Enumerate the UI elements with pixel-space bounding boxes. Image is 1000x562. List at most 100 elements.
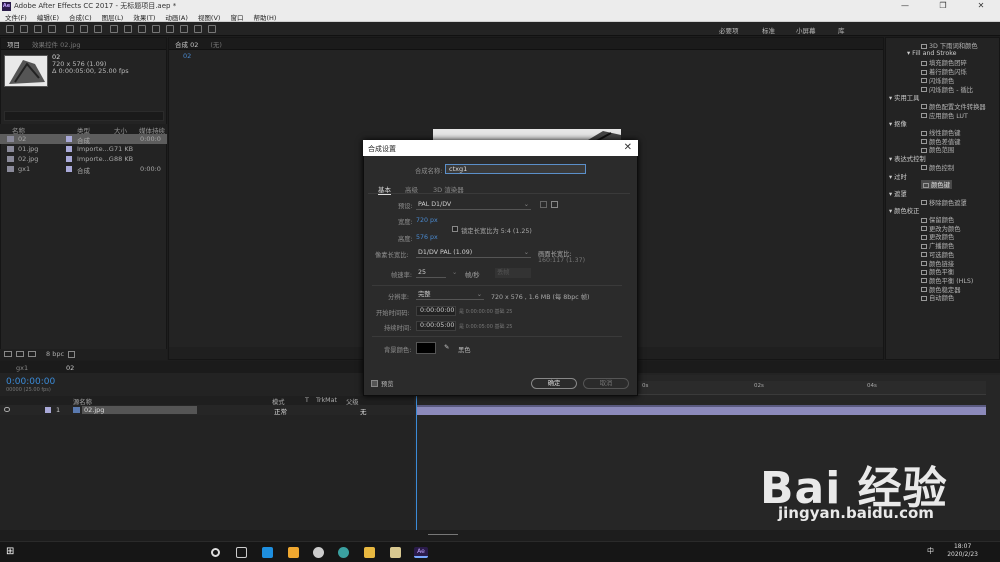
pan-behind-tool-icon[interactable] bbox=[94, 25, 102, 33]
workspace-small-screen[interactable]: 小屏幕 bbox=[796, 25, 816, 35]
start-icon[interactable]: ⊞ bbox=[6, 546, 17, 557]
app-globe-icon[interactable] bbox=[338, 547, 349, 558]
save-preset-icon[interactable] bbox=[540, 201, 547, 208]
effects-item[interactable]: 可选颜色 bbox=[921, 250, 954, 259]
label-color-swatch[interactable] bbox=[66, 136, 72, 142]
effects-item[interactable]: 颜色平衡 bbox=[921, 267, 954, 276]
zoom-slider[interactable] bbox=[428, 532, 458, 535]
clone-tool-icon[interactable] bbox=[166, 25, 174, 33]
menu-file[interactable]: 文件(F) bbox=[0, 12, 32, 22]
delete-preset-icon[interactable] bbox=[551, 201, 558, 208]
dialog-close-icon[interactable]: ✕ bbox=[624, 142, 632, 153]
col-t[interactable]: T bbox=[305, 397, 309, 404]
text-tool-icon[interactable] bbox=[138, 25, 146, 33]
menu-window[interactable]: 窗口 bbox=[225, 12, 248, 22]
app-bird-icon[interactable] bbox=[313, 547, 324, 558]
menu-composition[interactable]: 合成(C) bbox=[64, 12, 97, 22]
effects-item[interactable]: 3D 下雨词和颜色 bbox=[921, 41, 978, 50]
trash-icon[interactable] bbox=[68, 351, 75, 358]
layer-mode-dropdown[interactable]: 正常 bbox=[274, 406, 287, 416]
effects-item[interactable]: 闪烁颜色 - 循比 bbox=[921, 85, 973, 94]
hand-tool-icon[interactable] bbox=[34, 25, 42, 33]
layer-parent-dropdown[interactable]: 无 bbox=[360, 406, 367, 416]
menu-view[interactable]: 视图(V) bbox=[193, 12, 226, 22]
fps-input[interactable]: 25 bbox=[416, 268, 446, 278]
playhead[interactable] bbox=[416, 381, 417, 531]
effects-item[interactable]: 颜色范围 bbox=[921, 145, 954, 154]
width-value[interactable]: 720 px bbox=[416, 217, 438, 224]
effects-item[interactable]: 广播颜色 bbox=[921, 241, 954, 250]
preview-checkbox[interactable] bbox=[371, 380, 378, 387]
ime-indicator[interactable]: 中 bbox=[927, 546, 934, 556]
ok-button[interactable]: 确定 bbox=[531, 378, 577, 389]
workspace-library[interactable]: 库 bbox=[838, 25, 845, 35]
effects-item[interactable]: 闪烁颜色 bbox=[921, 76, 954, 85]
comp-name-input[interactable]: ctxg1 bbox=[445, 164, 586, 174]
project-row[interactable]: 01.jpg Importe...G 71 KB bbox=[0, 144, 167, 154]
cancel-button[interactable]: 取消 bbox=[583, 378, 629, 389]
eraser-tool-icon[interactable] bbox=[180, 25, 188, 33]
effects-item[interactable]: 填充颜色团碎 bbox=[921, 58, 967, 67]
visibility-eye-icon[interactable] bbox=[4, 407, 10, 412]
effects-category[interactable]: ▾ 表达式控制 bbox=[889, 154, 926, 163]
effects-category[interactable]: ▾ 颜色校正 bbox=[889, 206, 919, 215]
app-notes-icon[interactable] bbox=[390, 547, 401, 558]
interpret-footage-icon[interactable] bbox=[4, 351, 12, 357]
close-window-button[interactable]: ✕ bbox=[962, 0, 1000, 12]
project-search-input[interactable] bbox=[4, 111, 164, 121]
layer-duration-bar[interactable] bbox=[416, 405, 986, 415]
tab-timeline-02[interactable]: 02 bbox=[66, 364, 74, 372]
effects-category[interactable]: ▾ 过时 bbox=[889, 172, 907, 181]
roto-tool-icon[interactable] bbox=[194, 25, 202, 33]
new-folder-icon[interactable] bbox=[16, 351, 24, 357]
eyedropper-icon[interactable]: ✎ bbox=[444, 344, 449, 351]
menu-help[interactable]: 帮助(H) bbox=[248, 12, 281, 22]
effects-item[interactable]: 移除颜色遮罩 bbox=[921, 198, 967, 207]
maximize-button[interactable]: ❐ bbox=[924, 0, 962, 12]
project-row[interactable]: gx1 合成 0:00:0 bbox=[0, 164, 167, 175]
layer-name[interactable]: 02.jpg bbox=[82, 406, 197, 414]
new-comp-icon[interactable] bbox=[28, 351, 36, 357]
effects-item[interactable]: 颜色稳定器 bbox=[921, 285, 960, 294]
project-row[interactable]: 02.jpg Importe...G 88 KB bbox=[0, 154, 167, 164]
height-value[interactable]: 576 px bbox=[416, 234, 438, 241]
tab-project[interactable]: 项目 bbox=[7, 39, 20, 49]
timeline-layer-row[interactable]: 1 02.jpg 正常 无 bbox=[0, 405, 414, 416]
label-color-swatch[interactable] bbox=[66, 156, 72, 162]
effects-category[interactable]: ▾ Fill and Stroke bbox=[907, 50, 957, 57]
system-clock[interactable]: 18:07 2020/2/23 bbox=[947, 543, 978, 559]
effects-item[interactable]: 着行颜色闪烁 bbox=[921, 67, 967, 76]
zoom-tool-icon[interactable] bbox=[48, 25, 56, 33]
after-effects-taskbar-icon[interactable]: Ae bbox=[414, 547, 428, 558]
comp-breadcrumb[interactable]: 02 bbox=[169, 50, 883, 62]
effects-item[interactable]: 颜色差值键 bbox=[921, 137, 960, 146]
drop-frame-dropdown[interactable]: 丢帧 bbox=[495, 268, 531, 278]
current-timecode[interactable]: 0:00:00:00 bbox=[6, 377, 55, 387]
effects-category[interactable]: ▾ 实用工具 bbox=[889, 93, 919, 102]
selection-tool-icon[interactable] bbox=[20, 25, 28, 33]
rotate-tool-icon[interactable] bbox=[66, 25, 74, 33]
effects-category[interactable]: ▾ 遮罩 bbox=[889, 189, 907, 198]
edge-icon[interactable] bbox=[262, 547, 273, 558]
tab-timeline-gx1[interactable]: gx1 bbox=[16, 364, 28, 372]
label-color-swatch[interactable] bbox=[66, 166, 72, 172]
menu-edit[interactable]: 编辑(E) bbox=[32, 12, 64, 22]
project-row[interactable]: 02 合成 0:00:0 bbox=[0, 134, 167, 145]
start-timecode-input[interactable]: 0:00:00:00 bbox=[416, 306, 456, 316]
menu-layer[interactable]: 图层(L) bbox=[97, 12, 129, 22]
puppet-tool-icon[interactable] bbox=[208, 25, 216, 33]
effects-item[interactable]: 颜色键 bbox=[921, 180, 952, 190]
brush-tool-icon[interactable] bbox=[152, 25, 160, 33]
task-view-icon[interactable] bbox=[236, 547, 247, 558]
minimize-button[interactable]: — bbox=[886, 0, 924, 12]
preset-dropdown[interactable]: PAL D1/DV ⌄ bbox=[416, 200, 531, 210]
label-color-swatch[interactable] bbox=[66, 146, 72, 152]
menu-effect[interactable]: 效果(T) bbox=[128, 12, 160, 22]
effects-item[interactable]: 颜色控制 bbox=[921, 163, 954, 172]
tab-layer[interactable]: (无) bbox=[210, 39, 222, 49]
effects-item[interactable]: 颜色配置文件转换器 bbox=[921, 102, 986, 111]
rect-tool-icon[interactable] bbox=[110, 25, 118, 33]
file-explorer-icon[interactable] bbox=[364, 547, 375, 558]
pen-tool-icon[interactable] bbox=[124, 25, 132, 33]
par-dropdown[interactable]: D1/DV PAL (1.09) ⌄ bbox=[416, 248, 531, 258]
